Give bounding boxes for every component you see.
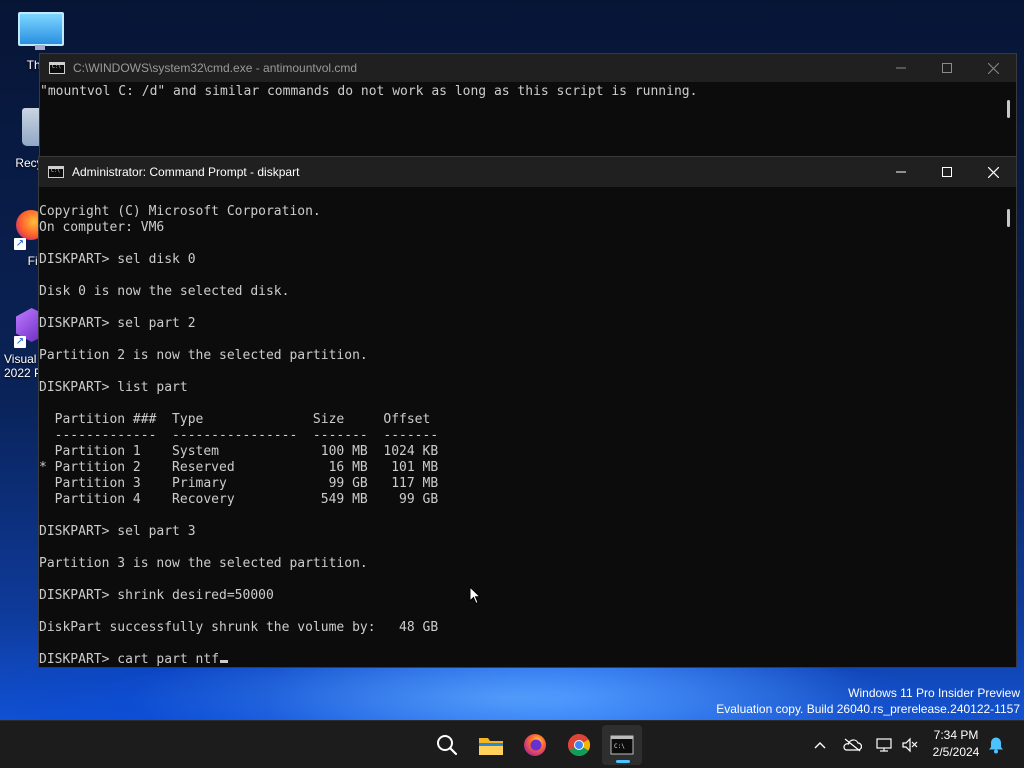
console-line: ------------- ---------------- ------- -… xyxy=(39,428,439,443)
taskbar-firefox-button[interactable] xyxy=(515,725,555,765)
evaluation-watermark: Windows 11 Pro Insider Preview Evaluatio… xyxy=(716,685,1020,717)
console-line: Partition 1 System 100 MB 1024 KB xyxy=(39,444,439,459)
maximize-button[interactable] xyxy=(924,157,970,187)
console-line: DISKPART> sel part 2 xyxy=(39,316,196,331)
chevron-up-icon xyxy=(814,742,826,749)
onedrive-tray-button[interactable] xyxy=(842,735,862,755)
network-disconnected-icon xyxy=(876,738,892,752)
console-output: "mountvol C: /d" and similar commands do… xyxy=(40,84,697,100)
this-pc-icon[interactable] xyxy=(18,12,64,46)
taskbar-terminal-button[interactable]: C:\ xyxy=(602,725,642,765)
titlebar[interactable]: C:\WINDOWS\system32\cmd.exe - antimountv… xyxy=(40,54,1016,82)
console-output: Copyright (C) Microsoft Corporation. On … xyxy=(39,204,438,668)
maximize-icon xyxy=(942,167,952,177)
console-line: Partition 4 Recovery 549 MB 99 GB xyxy=(39,492,439,507)
this-pc-stand xyxy=(35,45,45,50)
close-button[interactable] xyxy=(970,157,1016,187)
console-prompt: DISKPART> xyxy=(39,652,118,667)
cloud-offline-icon xyxy=(843,738,862,752)
close-button[interactable] xyxy=(970,54,1016,82)
console-input[interactable]: cart part ntf xyxy=(117,652,219,667)
scrollbar-thumb[interactable] xyxy=(1007,100,1010,118)
console-line: Disk 0 is now the selected disk. xyxy=(39,284,290,299)
cmd-window-antimountvol[interactable]: C:\WINDOWS\system32\cmd.exe - antimountv… xyxy=(39,53,1017,163)
network-tray-button[interactable] xyxy=(874,735,894,755)
taskbar: C:\ 7:34 PM 2/5/2024 xyxy=(0,720,1024,768)
watermark-edition: Windows 11 Pro Insider Preview xyxy=(848,686,1020,700)
console-line: Partition 3 is now the selected partitio… xyxy=(39,556,368,571)
close-icon xyxy=(987,166,999,178)
volume-tray-button[interactable] xyxy=(900,735,920,755)
file-explorer-icon xyxy=(479,738,503,755)
taskbar-file-explorer-button[interactable] xyxy=(471,725,511,765)
console-line: Partition ### Type Size Offset xyxy=(39,412,431,427)
mouse-pointer-icon xyxy=(469,586,481,605)
console-line: Partition 3 Primary 99 GB 117 MB xyxy=(39,476,439,491)
search-icon xyxy=(437,735,458,756)
svg-text:C:\: C:\ xyxy=(614,743,625,750)
console-line: * Partition 2 Reserved 16 MB 101 MB xyxy=(39,460,439,475)
maximize-button[interactable] xyxy=(924,54,970,82)
shortcut-arrow-icon: ↗ xyxy=(14,336,26,348)
minimize-icon xyxy=(896,171,906,173)
minimize-button[interactable] xyxy=(878,157,924,187)
maximize-icon xyxy=(942,63,952,73)
console-line: DISKPART> sel part 3 xyxy=(39,524,196,539)
console-line: DISKPART> sel disk 0 xyxy=(39,252,196,267)
scrollbar-thumb[interactable] xyxy=(1007,209,1010,227)
titlebar[interactable]: Administrator: Command Prompt - diskpart xyxy=(39,157,1016,187)
console-line: On computer: VM6 xyxy=(39,220,165,235)
console-line: Partition 2 is now the selected partitio… xyxy=(39,348,368,363)
terminal-icon: C:\ xyxy=(610,735,634,755)
firefox-icon xyxy=(524,734,546,756)
console-line: Copyright (C) Microsoft Corporation. xyxy=(39,204,321,219)
window-title: Administrator: Command Prompt - diskpart xyxy=(72,165,300,179)
taskbar-search-button[interactable] xyxy=(427,725,467,765)
minimize-button[interactable] xyxy=(878,54,924,82)
console-line: DISKPART> list part xyxy=(39,380,188,395)
taskbar-clock[interactable]: 7:34 PM 2/5/2024 xyxy=(924,727,988,761)
cmd-app-icon xyxy=(48,166,64,178)
show-hidden-icons-button[interactable] xyxy=(812,735,828,755)
bell-icon xyxy=(989,737,1003,754)
clock-time: 7:34 PM xyxy=(933,728,979,742)
volume-muted-icon xyxy=(902,737,918,753)
cmd-window-diskpart[interactable]: Administrator: Command Prompt - diskpart… xyxy=(38,156,1017,668)
console-line: DISKPART> shrink desired=50000 xyxy=(39,588,274,603)
shortcut-arrow-icon: ↗ xyxy=(14,238,26,250)
clock-date: 2/5/2024 xyxy=(932,745,980,759)
taskbar-chrome-button[interactable] xyxy=(559,725,599,765)
console-line: "mountvol C: /d" and similar commands do… xyxy=(40,84,698,99)
notifications-button[interactable] xyxy=(987,735,1005,755)
text-cursor xyxy=(220,660,229,663)
minimize-icon xyxy=(896,67,906,69)
close-icon xyxy=(987,62,999,74)
chrome-icon xyxy=(568,734,590,756)
active-indicator xyxy=(616,760,630,763)
console-line: DiskPart successfully shrunk the volume … xyxy=(39,620,439,635)
window-title: C:\WINDOWS\system32\cmd.exe - antimountv… xyxy=(73,61,358,75)
cmd-app-icon xyxy=(49,62,65,74)
watermark-build: Evaluation copy. Build 26040.rs_prerelea… xyxy=(716,702,1020,716)
